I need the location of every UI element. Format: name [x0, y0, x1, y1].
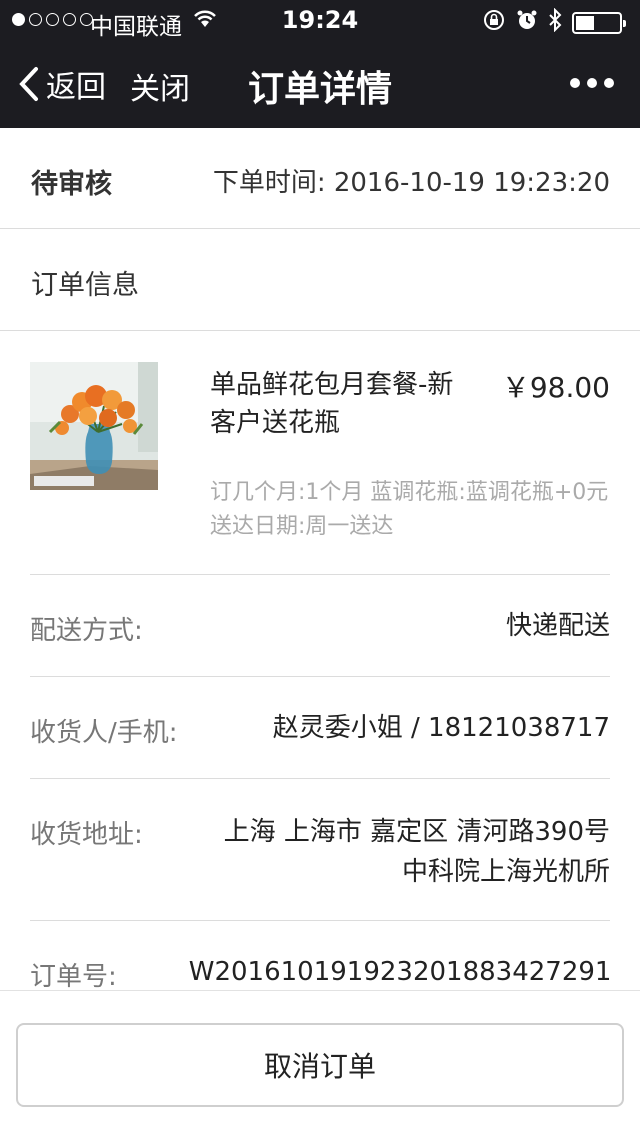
alarm-icon [516, 9, 538, 37]
address-value: 上海 上海市 嘉定区 清河路390号中科院上海光机所 [223, 817, 610, 887]
address-row: 收货地址: 上海 上海市 嘉定区 清河路390号中科院上海光机所 [30, 780, 610, 921]
receiver-value: 赵灵委小姐 / 18121038717 [272, 713, 610, 743]
delivery-method-label: 配送方式: [30, 616, 143, 646]
order-status: 待审核 [31, 169, 112, 200]
bottom-action-bar: 取消订单 [0, 990, 640, 1136]
order-number-label: 订单号: [30, 962, 117, 992]
address-label: 收货地址: [30, 820, 143, 850]
order-status-row: 待审核 下单时间: 2016-10-19 19:23:20 [0, 128, 640, 229]
back-button[interactable]: 返回 [18, 62, 106, 106]
order-info-title: 订单信息 [31, 270, 139, 301]
back-label: 返回 [46, 70, 106, 105]
more-dot [587, 78, 597, 88]
cancel-order-button[interactable]: 取消订单 [16, 1023, 624, 1107]
product-spec: 订几个月:1个月 蓝调花瓶:蓝调花瓶+0元 送达日期:周一送达 [210, 480, 609, 539]
battery-icon [572, 12, 626, 34]
delivery-method-row: 配送方式: 快递配送 [30, 576, 610, 677]
navigation-bar: 返回 关闭 订单详情 [0, 40, 640, 128]
receiver-label: 收货人/手机: [30, 718, 178, 748]
more-dot [570, 78, 580, 88]
chevron-left-icon [19, 67, 38, 101]
product-name: 单品鲜花包月套餐-新客户送花瓶 [210, 370, 454, 438]
product-item[interactable]: 单品鲜花包月套餐-新客户送花瓶 ￥98.00 订几个月:1个月 蓝调花瓶:蓝调花… [30, 332, 610, 575]
top-bar: 中国联通 19:24 返回 关闭 订单详情 [0, 0, 640, 128]
close-button[interactable]: 关闭 [130, 64, 190, 108]
order-info-header: 订单信息 [0, 230, 640, 331]
receiver-row: 收货人/手机: 赵灵委小姐 / 18121038717 [30, 678, 610, 779]
order-time: 下单时间: 2016-10-19 19:23:20 [212, 168, 610, 198]
orientation-lock-icon [482, 8, 506, 38]
product-image [30, 362, 158, 490]
product-price: ￥98.00 [501, 371, 610, 404]
bluetooth-icon [548, 7, 562, 38]
more-dot [604, 78, 614, 88]
delivery-method-value: 快递配送 [505, 611, 610, 641]
status-bar: 中国联通 19:24 [0, 0, 640, 40]
more-menu-button[interactable] [570, 78, 614, 88]
order-number-value: W2016101919232018834272913 [188, 957, 610, 987]
